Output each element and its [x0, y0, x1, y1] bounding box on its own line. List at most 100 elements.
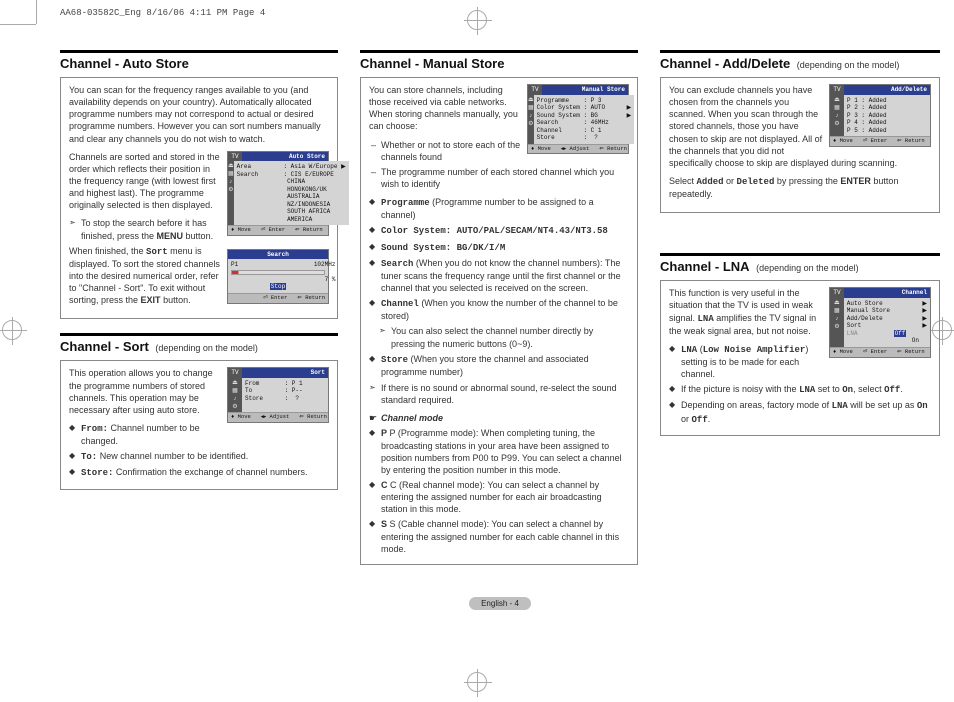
sound-icon: ♪: [835, 316, 839, 322]
list-item: Programme (Programme number to be assign…: [369, 196, 629, 221]
print-header: AA68-03582C_Eng 8/16/06 4:11 PM Page 4: [60, 8, 265, 18]
body-text: Select Added or Deleted by pressing the …: [669, 175, 931, 200]
osd-tv-label: TV: [228, 368, 242, 378]
setup-icon: ⚙: [834, 324, 839, 330]
list-item: S S (Cable channel mode): You can select…: [369, 518, 629, 554]
antenna-icon: ⏏: [834, 97, 840, 103]
list-item: P P (Programme mode): When completing tu…: [369, 427, 629, 476]
crop-mark: [0, 24, 36, 25]
osd-tv-label: TV: [830, 85, 844, 95]
osd-row: Channel : C 1: [537, 127, 632, 135]
picture-icon: ▦: [834, 308, 840, 314]
page-content: Channel - Auto Store You can scan for th…: [60, 50, 940, 610]
osd-row: P1 102MHz: [231, 261, 325, 269]
osd-icon-strip: ⏏ ▦ ♪ ⚙: [830, 95, 844, 137]
section-title: Channel - Auto Store: [60, 56, 189, 71]
sound-icon: ♪: [529, 113, 533, 119]
sound-icon: ♪: [835, 113, 839, 119]
osd-row: Auto Store ▶: [847, 300, 927, 308]
osd-icon-strip: ⏏ ▦ ♪ ⚙: [830, 298, 844, 347]
osd-row: Area : Asia W/Europe ▶: [237, 163, 346, 170]
list-item: From: Channel number to be changed.: [69, 422, 329, 447]
list-item: To stop the search before it has finishe…: [69, 217, 329, 241]
section-title: Channel - Add/Delete: [660, 56, 790, 71]
osd-tv-label: TV: [528, 85, 542, 95]
osd-row: 7 %: [231, 276, 325, 284]
osd-row: From : P 1: [245, 380, 325, 388]
body-text: You can scan for the frequency ranges av…: [69, 84, 329, 145]
text: button.: [183, 231, 213, 241]
list-item: Channel (When you know the number of the…: [369, 297, 629, 322]
osd-title: Manual Store: [542, 85, 628, 95]
stop-button-osd: Stop: [270, 283, 286, 290]
osd-title: Channel: [844, 288, 930, 298]
section-sort: Channel - Sort (depending on the model) …: [60, 333, 338, 489]
list-item: Search (When you do not know the channel…: [369, 257, 629, 294]
list-item: Color System: AUTO/PAL/SECAM/NT4.43/NT3.…: [369, 224, 629, 237]
section-manual-store: Channel - Manual Store TV Manual Store ⏏…: [360, 50, 638, 565]
list-item: You can also select the channel number d…: [379, 325, 629, 349]
section-title: Channel - LNA: [660, 259, 750, 274]
list-item: The programme number of each stored chan…: [369, 166, 629, 190]
list-item: LNA (Low Noise Amplifier) setting is to …: [669, 343, 931, 380]
setup-icon: ⚙: [232, 404, 237, 410]
list-item: Sound System: BG/DK/I/M: [369, 241, 629, 254]
list-item: Depending on areas, factory mode of LNA …: [669, 399, 931, 425]
osd-title: Search: [228, 250, 328, 260]
osd-row: NZ/INDONESIA: [237, 201, 331, 208]
osd-row: Manual Store ▶: [847, 307, 927, 315]
page-number-pill: English - 4: [469, 597, 531, 610]
osd-row: Store : ?: [245, 395, 325, 403]
osd-row: LNA Off: [847, 330, 927, 338]
osd-add-delete: TV Add/Delete ⏏ ▦ ♪ ⚙ P 1 : Added P 2 : …: [829, 84, 931, 147]
section-subtitle: (depending on the model): [756, 263, 859, 273]
osd-row: Color System : AUTO ▶: [537, 104, 632, 112]
list-item: To: New channel number to be identified.: [69, 450, 329, 463]
antenna-icon: ⏏: [834, 300, 840, 306]
osd-row: HONGKONG/UK: [237, 186, 327, 193]
list-item: If there is no sound or abnormal sound, …: [369, 382, 629, 406]
list-item: Store (When you store the channel and as…: [369, 353, 629, 378]
section-lna: Channel - LNA (depending on the model) T…: [660, 253, 940, 435]
sound-icon: ♪: [233, 396, 237, 402]
osd-row: Sort ▶: [847, 322, 927, 330]
osd-nav: ♦ Move ⏎ Enter ⇐ Return: [830, 136, 930, 146]
section-title: Channel - Manual Store: [360, 56, 504, 71]
osd-sort: TV Sort ⏏ ▦ ♪ ⚙ From : P 1 To : P-- Stor…: [227, 367, 329, 422]
osd-nav: ⏎ Enter ⇐ Return: [228, 293, 328, 303]
list-item: Whether or not to store each of the chan…: [369, 139, 629, 163]
section-title: Channel - Sort: [60, 339, 149, 354]
osd-row: SOUTH AFRICA: [237, 208, 331, 215]
section-add-delete: Channel - Add/Delete (depending on the m…: [660, 50, 940, 213]
channel-mode-heading: Channel mode: [369, 412, 629, 424]
list-item: C C (Real channel mode): You can select …: [369, 479, 629, 515]
picture-icon: ▦: [232, 388, 238, 394]
list-item: Store: Confirmation the exchange of chan…: [69, 466, 329, 479]
osd-tv-label: TV: [830, 288, 844, 298]
osd-nav: ♦ Move ◂▸ Adjust ⇐ Return: [228, 412, 328, 422]
progress-bar: [231, 270, 325, 275]
osd-row: Programme : P 3: [537, 97, 632, 105]
page-footer: English - 4: [60, 597, 940, 610]
osd-search-progress: Search P1 102MHz 7 % Stop ⏎ Enter ⇐ Retu…: [227, 249, 329, 304]
registration-mark: [2, 320, 22, 340]
osd-row: P 5 : Added: [847, 127, 927, 135]
crop-mark: [36, 0, 37, 24]
registration-mark: [467, 672, 487, 692]
osd-title: Sort: [242, 368, 328, 378]
osd-row: P 4 : Added: [847, 119, 927, 127]
osd-row: Search : 46MHz: [537, 119, 632, 127]
section-auto-store: Channel - Auto Store You can scan for th…: [60, 50, 338, 319]
list-item: If the picture is noisy with the LNA set…: [669, 383, 931, 396]
antenna-icon: ⏏: [232, 380, 238, 386]
sound-icon: ♪: [229, 179, 233, 185]
picture-icon: ▦: [834, 105, 840, 111]
osd-row: To : P--: [245, 387, 325, 395]
osd-row: Sound System : BG ▶: [537, 112, 632, 120]
osd-row: Add/Delete ▶: [847, 315, 927, 323]
osd-row: AUSTRALIA: [237, 193, 320, 200]
osd-row: CHINA: [237, 178, 305, 185]
osd-row: P 2 : Added: [847, 104, 927, 112]
osd-title: Auto Store: [242, 152, 328, 162]
text: MENU: [157, 231, 184, 241]
